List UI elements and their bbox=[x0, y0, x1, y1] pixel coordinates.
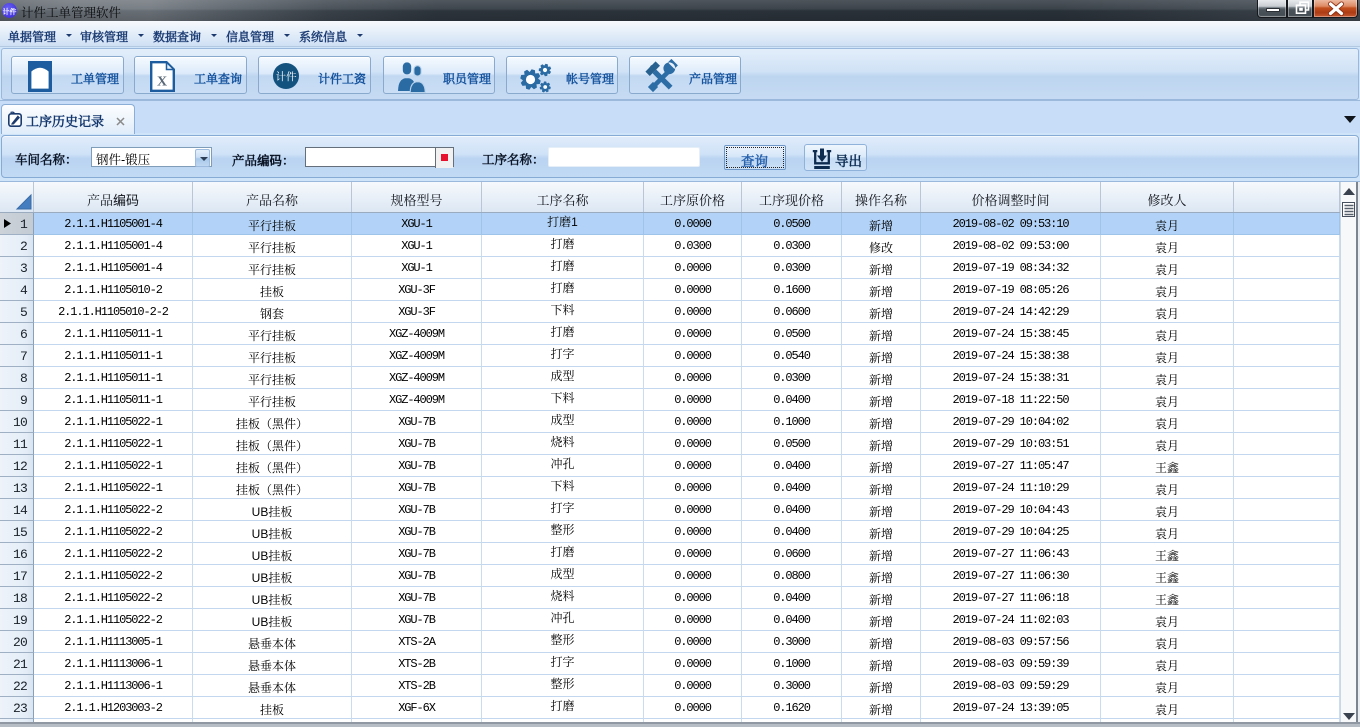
svg-text:X: X bbox=[157, 75, 167, 90]
svg-text:计件: 计件 bbox=[276, 69, 297, 84]
